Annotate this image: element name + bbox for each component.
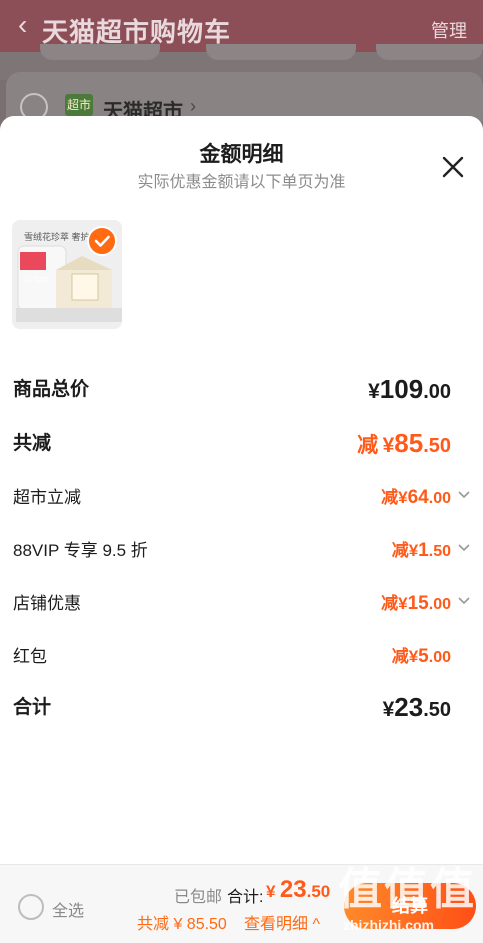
- amount-detail-sheet: 金额明细 实际优惠金额请以下单页为准 雪绒花珍萃 奢护 XL 22片 商品总价 …: [0, 116, 483, 943]
- row-label: 商品总价: [13, 379, 90, 400]
- product-image-text: 雪绒花珍萃 奢护: [24, 231, 90, 242]
- row-label: 店铺优惠: [13, 594, 81, 613]
- select-all-radio[interactable]: [18, 894, 44, 920]
- product-image-tag: XL 22片: [24, 275, 49, 284]
- background-tab: [40, 44, 160, 60]
- row-value: 减¥64.00: [381, 487, 451, 508]
- row-value: 减 ¥85.50: [357, 428, 451, 458]
- background-tab: [206, 44, 356, 60]
- store-logo: 超市: [65, 94, 93, 116]
- chevron-down-icon[interactable]: [457, 487, 471, 501]
- row-value: ¥109.00: [368, 374, 451, 404]
- row-grand-total: 合计 ¥23.50: [0, 692, 483, 722]
- watermark-url: zhizhizhi.com: [343, 917, 434, 933]
- row-value: 减¥5.00: [391, 646, 451, 667]
- product-selected-check[interactable]: [87, 226, 117, 256]
- total-value: ¥ 23.50: [266, 876, 331, 903]
- sheet-subtitle: 实际优惠金额请以下单页为准: [137, 174, 346, 191]
- chevron-right-icon: ›: [190, 96, 196, 116]
- row-store-discount[interactable]: 店铺优惠 减¥15.00: [0, 589, 483, 619]
- check-icon: [94, 235, 110, 247]
- row-88vip-discount[interactable]: 88VIP 专享 9.5 折 减¥1.50: [0, 536, 483, 566]
- back-icon[interactable]: ‹: [18, 10, 27, 40]
- free-shipping-label: 已包邮: [174, 889, 223, 906]
- row-label: 超市立减: [13, 488, 81, 507]
- row-goods-total: 商品总价 ¥109.00: [0, 374, 483, 404]
- row-value: 减¥1.50: [391, 540, 451, 561]
- total-label: 合计:: [227, 889, 264, 906]
- sheet-title: 金额明细: [199, 143, 284, 166]
- row-label: 共减: [13, 433, 52, 454]
- background-tab: [376, 44, 483, 60]
- watermark-logo: 值值值: [338, 865, 476, 914]
- row-value: 减¥15.00: [381, 593, 451, 614]
- close-icon[interactable]: [440, 154, 466, 180]
- row-label: 88VIP 专享 9.5 折: [13, 541, 148, 560]
- row-label: 红包: [13, 647, 47, 666]
- row-label: 合计: [13, 697, 52, 718]
- saved-amount: 共减 ¥ 85.50: [137, 916, 227, 933]
- view-detail-link[interactable]: 查看明细 ^: [244, 910, 320, 934]
- row-red-packet: 红包 减¥5.00: [0, 642, 483, 672]
- manage-button[interactable]: 管理: [431, 17, 467, 43]
- row-total-discount: 共减 减 ¥85.50: [0, 428, 483, 458]
- row-supermarket-discount[interactable]: 超市立减 减¥64.00: [0, 483, 483, 513]
- row-value: ¥23.50: [382, 692, 451, 722]
- select-all-label[interactable]: 全选: [52, 897, 84, 921]
- chevron-down-icon[interactable]: [457, 593, 471, 607]
- chevron-down-icon[interactable]: [457, 540, 471, 554]
